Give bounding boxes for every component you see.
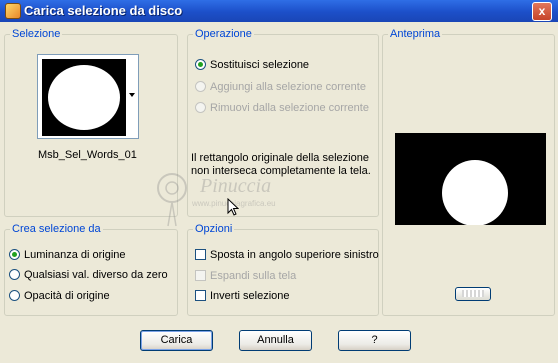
checkbox-sposta-label[interactable]: Sposta in angolo superiore sinistro [210,249,379,261]
checkbox-espandi[interactable] [195,270,206,281]
help-button[interactable]: ? [338,330,411,351]
radio-luminanza[interactable] [9,249,20,260]
radio-qualsiasi-label[interactable]: Qualsiasi val. diverso da zero [24,269,168,281]
preview-canvas [395,133,546,225]
window-title: Carica selezione da disco [24,3,183,18]
cancel-button[interactable]: Annulla [239,330,312,351]
radio-sostituisci[interactable] [195,59,206,70]
radio-luminanza-label[interactable]: Luminanza di origine [24,249,126,261]
opzioni-legend: Opzioni [193,223,235,235]
radio-rimuovi-label[interactable]: Rimuovi dalla selezione corrente [210,102,369,114]
operazione-legend: Operazione [193,28,254,40]
radio-aggiungi[interactable] [195,81,206,92]
app-icon [5,3,21,19]
selection-filename: Msb_Sel_Words_01 [38,149,137,161]
radio-qualsiasi[interactable] [9,269,20,280]
selection-thumbnail-image [42,59,126,136]
selezione-legend: Selezione [10,28,63,40]
close-button[interactable]: x [532,2,552,21]
radio-sostituisci-label[interactable]: Sostituisci selezione [210,59,309,71]
load-button[interactable]: Carica [140,330,213,351]
radio-opacita-label[interactable]: Opacità di origine [24,290,110,302]
dropdown-arrow-icon [129,93,135,97]
anteprima-legend: Anteprima [388,28,443,40]
mouse-cursor-icon [227,198,239,216]
radio-rimuovi[interactable] [195,102,206,113]
checkbox-inverti[interactable] [195,290,206,301]
checkbox-inverti-label[interactable]: Inverti selezione [210,290,290,302]
radio-aggiungi-label[interactable]: Aggiungi alla selezione corrente [210,81,366,93]
checkbox-sposta[interactable] [195,249,206,260]
title-bar[interactable]: Carica selezione da disco x [0,0,558,22]
svg-text:Pinuccia: Pinuccia [199,175,271,197]
selection-thumbnail-dropdown[interactable] [37,54,139,139]
radio-opacita[interactable] [9,290,20,301]
crea-selezione-legend: Crea selezione da [10,223,103,235]
intersection-message-line1: Il rettangolo originale della selezione [191,152,369,164]
preview-zoom-button[interactable] [455,287,491,301]
checkbox-espandi-label[interactable]: Espandi sulla tela [210,270,296,282]
